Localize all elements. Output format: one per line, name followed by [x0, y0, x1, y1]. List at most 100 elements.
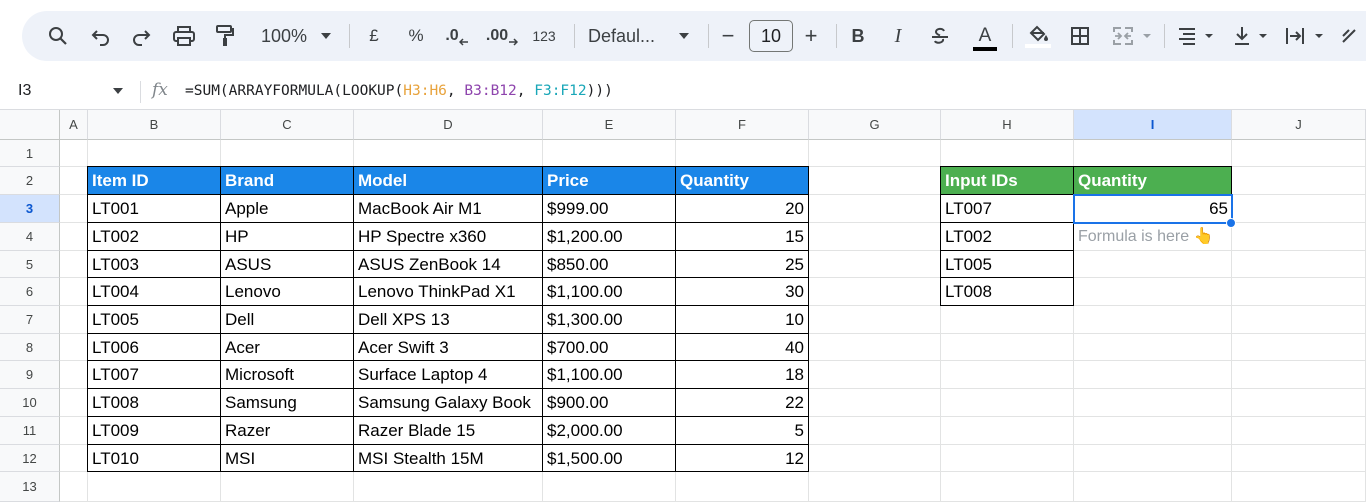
spreadsheet-grid[interactable]: A B C D E F G H I J 1 2 3 4 5 6 7 8 9 10 11 12 13 Item ID Brand M…	[0, 110, 1366, 502]
table-cell-quantity[interactable]: 30	[676, 278, 809, 306]
table-cell-price[interactable]: $900.00	[543, 389, 676, 417]
row-header-8[interactable]: 8	[0, 334, 60, 361]
more-formats-button[interactable]: 123	[528, 11, 560, 61]
vertical-align-icon[interactable]	[1230, 11, 1254, 61]
table-cell-item-id[interactable]: LT010	[88, 445, 221, 472]
table-cell-price[interactable]: $1,100.00	[543, 361, 676, 389]
print-icon[interactable]	[170, 11, 198, 61]
lookup-input-id-cell[interactable]: LT002	[941, 223, 1074, 251]
name-box[interactable]: I3	[18, 72, 31, 110]
fill-color-icon[interactable]	[1024, 11, 1052, 61]
select-all-corner[interactable]	[0, 110, 60, 140]
zoom-dropdown-icon[interactable]	[318, 11, 334, 61]
table-cell-price[interactable]: $1,200.00	[543, 223, 676, 251]
table-header-item-id[interactable]: Item ID	[88, 167, 221, 195]
table-cell-model[interactable]: ASUS ZenBook 14	[354, 251, 543, 278]
table-cell-brand[interactable]: MSI	[221, 445, 354, 472]
table-cell-model[interactable]: Lenovo ThinkPad X1	[354, 278, 543, 306]
table-cell-item-id[interactable]: LT004	[88, 278, 221, 306]
italic-button[interactable]: I	[888, 11, 908, 61]
column-header-h[interactable]: H	[941, 110, 1074, 140]
format-currency-button[interactable]: £	[364, 11, 384, 61]
lookup-input-id-cell[interactable]: LT007	[941, 195, 1074, 223]
row-header-5[interactable]: 5	[0, 251, 60, 278]
table-cell-item-id[interactable]: LT008	[88, 389, 221, 417]
table-cell-model[interactable]: MacBook Air M1	[354, 195, 543, 223]
column-header-a[interactable]: A	[60, 110, 88, 140]
table-cell-price[interactable]: $1,500.00	[543, 445, 676, 472]
table-cell-brand[interactable]: HP	[221, 223, 354, 251]
row-header-1[interactable]: 1	[0, 140, 60, 167]
fill-handle[interactable]	[1226, 218, 1236, 228]
table-cell-item-id[interactable]: LT003	[88, 251, 221, 278]
row-header-4[interactable]: 4	[0, 223, 60, 251]
name-box-dropdown-icon[interactable]	[112, 87, 124, 95]
text-wrapping-icon[interactable]	[1282, 11, 1308, 61]
table-header-model[interactable]: Model	[354, 167, 543, 195]
column-header-g[interactable]: G	[809, 110, 941, 140]
lookup-header-quantity[interactable]: Quantity	[1074, 167, 1232, 195]
zoom-select[interactable]: 100%	[254, 11, 314, 61]
formula-input[interactable]: =SUM(ARRAYFORMULA(LOOKUP(H3:H6, B3:B12, …	[185, 72, 613, 110]
decrease-font-size-button[interactable]: −	[718, 11, 738, 61]
row-header-7[interactable]: 7	[0, 306, 60, 334]
row-header-2[interactable]: 2	[0, 167, 60, 195]
table-cell-quantity[interactable]: 12	[676, 445, 809, 472]
table-cell-item-id[interactable]: LT007	[88, 361, 221, 389]
row-header-10[interactable]: 10	[0, 389, 60, 417]
column-header-b[interactable]: B	[88, 110, 221, 140]
table-cell-price[interactable]: $1,300.00	[543, 306, 676, 334]
row-header-12[interactable]: 12	[0, 445, 60, 472]
table-cell-model[interactable]: MSI Stealth 15M	[354, 445, 543, 472]
lookup-header-input-ids[interactable]: Input IDs	[941, 167, 1074, 195]
increase-decimal-button[interactable]: .00	[484, 11, 520, 61]
column-header-c[interactable]: C	[221, 110, 354, 140]
table-cell-model[interactable]: Razer Blade 15	[354, 417, 543, 445]
table-cell-quantity[interactable]: 10	[676, 306, 809, 334]
table-cell-brand[interactable]: Lenovo	[221, 278, 354, 306]
font-family-select[interactable]: Defaul...	[588, 11, 664, 61]
table-cell-brand[interactable]: Razer	[221, 417, 354, 445]
wrap-dropdown-icon[interactable]	[1312, 11, 1326, 61]
table-cell-quantity[interactable]: 22	[676, 389, 809, 417]
column-header-f[interactable]: F	[676, 110, 809, 140]
table-cell-price[interactable]: $700.00	[543, 334, 676, 361]
bold-button[interactable]: B	[848, 11, 868, 61]
table-header-price[interactable]: Price	[543, 167, 676, 195]
column-header-j[interactable]: J	[1232, 110, 1366, 140]
decrease-decimal-button[interactable]: .0	[442, 11, 472, 61]
table-cell-brand[interactable]: Dell	[221, 306, 354, 334]
merge-cells-icon[interactable]	[1110, 11, 1136, 61]
table-cell-model[interactable]: Samsung Galaxy Book	[354, 389, 543, 417]
table-cell-brand[interactable]: Microsoft	[221, 361, 354, 389]
table-cell-price[interactable]: $1,100.00	[543, 278, 676, 306]
table-cell-model[interactable]: HP Spectre x360	[354, 223, 543, 251]
table-cell-quantity[interactable]: 18	[676, 361, 809, 389]
table-cell-quantity[interactable]: 15	[676, 223, 809, 251]
row-header-6[interactable]: 6	[0, 278, 60, 306]
column-header-e[interactable]: E	[543, 110, 676, 140]
font-dropdown-icon[interactable]	[676, 11, 692, 61]
table-cell-item-id[interactable]: LT006	[88, 334, 221, 361]
text-rotation-icon[interactable]	[1336, 11, 1362, 61]
table-cell-item-id[interactable]: LT005	[88, 306, 221, 334]
row-header-11[interactable]: 11	[0, 417, 60, 445]
font-size-input[interactable]: 10	[749, 20, 793, 52]
borders-icon[interactable]	[1068, 11, 1092, 61]
table-cell-brand[interactable]: Samsung	[221, 389, 354, 417]
search-menus-icon[interactable]	[44, 11, 72, 61]
table-header-quantity[interactable]: Quantity	[676, 167, 809, 195]
table-cell-model[interactable]: Acer Swift 3	[354, 334, 543, 361]
row-header-3[interactable]: 3	[0, 195, 60, 223]
increase-font-size-button[interactable]: +	[800, 11, 822, 61]
table-cell-brand[interactable]: Apple	[221, 195, 354, 223]
format-percent-button[interactable]: %	[404, 11, 428, 61]
table-cell-price[interactable]: $2,000.00	[543, 417, 676, 445]
table-cell-item-id[interactable]: LT001	[88, 195, 221, 223]
column-header-i[interactable]: I	[1074, 110, 1232, 140]
table-cell-item-id[interactable]: LT002	[88, 223, 221, 251]
undo-icon[interactable]	[88, 11, 114, 61]
text-color-button[interactable]: A	[972, 11, 998, 61]
valign-dropdown-icon[interactable]	[1256, 11, 1270, 61]
table-cell-model[interactable]: Surface Laptop 4	[354, 361, 543, 389]
